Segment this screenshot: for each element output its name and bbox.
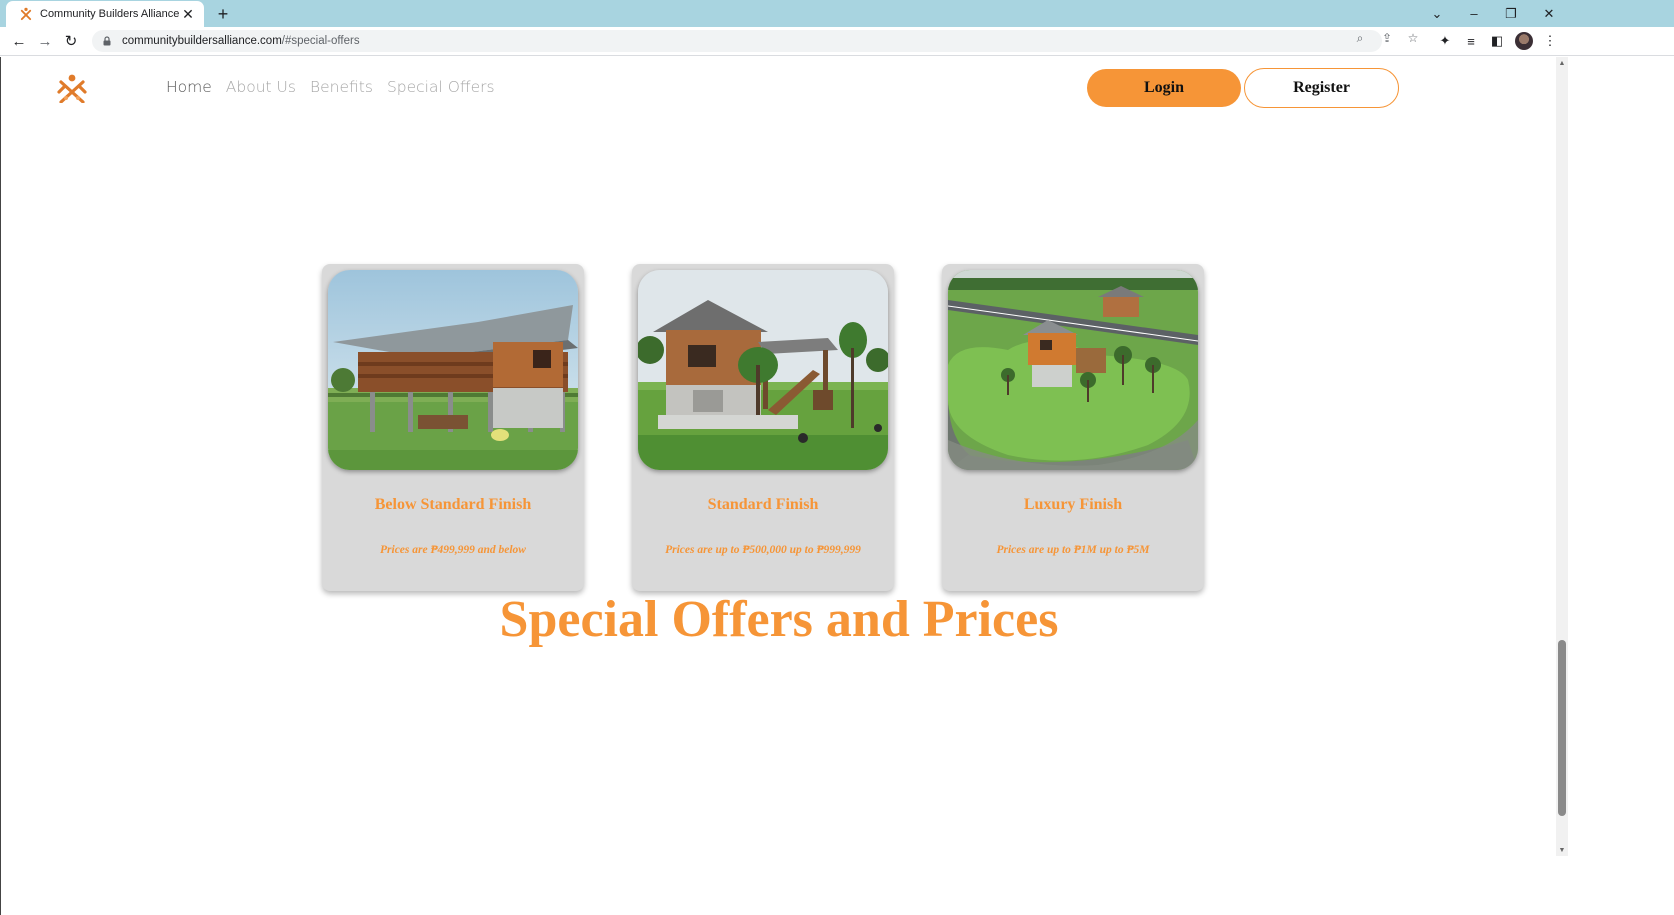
web-page: Home About Us Benefits Special Offers Lo… (0, 57, 1556, 915)
forward-icon[interactable]: → (34, 30, 56, 52)
side-panel-icon[interactable]: ◧ (1487, 31, 1507, 51)
offer-title: Below Standard Finish (374, 496, 532, 513)
main-nav: Home About Us Benefits Special Offers (166, 78, 495, 96)
tab-close-icon[interactable]: ✕ (180, 6, 196, 22)
tab-title: Community Builders Alliance (40, 8, 180, 20)
offer-photo-island-house (948, 270, 1198, 470)
reload-icon[interactable]: ↻ (60, 30, 82, 52)
login-button[interactable]: Login (1087, 69, 1241, 107)
offer-price: Prices are ₱499,999 and below (380, 544, 526, 556)
register-button[interactable]: Register (1244, 68, 1399, 108)
nav-link-benefits[interactable]: Benefits (310, 78, 373, 96)
url-path: /#special-offers (281, 35, 360, 47)
share-icon[interactable]: ⇪ (1379, 30, 1395, 46)
minimize-icon[interactable]: – (1454, 0, 1494, 27)
offer-card-below-standard[interactable]: Below Standard Finish Prices are ₱499,99… (322, 264, 584, 591)
tab-search-icon[interactable]: ⌄ (1417, 0, 1457, 27)
lock-icon (103, 36, 111, 46)
browser-menu-icon[interactable]: ⋮ (1540, 31, 1560, 51)
nav-link-special-offers[interactable]: Special Offers (387, 78, 495, 96)
extensions-puzzle-icon[interactable]: ✦ (1435, 31, 1455, 51)
close-window-icon[interactable]: ✕ (1529, 0, 1569, 27)
browser-toolbar: ← → ↻ communitybuildersalliance.com/#spe… (0, 27, 1674, 56)
new-tab-button[interactable]: + (212, 3, 234, 25)
offer-photo-wooden-house (638, 270, 888, 470)
address-bar[interactable]: communitybuildersalliance.com/#special-o… (92, 30, 1382, 52)
reading-list-icon[interactable]: ≡ (1461, 31, 1481, 51)
offer-title: Standard Finish (707, 496, 819, 513)
offer-cards: Below Standard Finish Prices are ₱499,99… (322, 264, 1204, 591)
site-favicon-icon (18, 6, 34, 22)
restore-icon[interactable]: ❐ (1491, 0, 1531, 27)
nav-link-home[interactable]: Home (166, 78, 212, 96)
offer-card-standard[interactable]: Standard Finish Prices are up to ₱500,00… (632, 264, 894, 591)
zoom-icon[interactable]: ⌕ (1352, 30, 1368, 46)
offer-photo-stilt-house (328, 270, 578, 470)
nav-link-about-us[interactable]: About Us (226, 78, 296, 96)
offer-price: Prices are up to ₱1M up to ₱5M (996, 544, 1150, 556)
browser-tab[interactable]: Community Builders Alliance ✕ (6, 1, 204, 27)
site-logo-icon[interactable] (57, 73, 87, 104)
bookmark-star-icon[interactable]: ☆ (1405, 30, 1421, 46)
profile-avatar[interactable] (1515, 32, 1533, 50)
url-host: communitybuildersalliance.com (122, 35, 282, 47)
offer-price: Prices are up to ₱500,000 up to ₱999,999 (665, 544, 861, 556)
window-gutter (1568, 57, 1674, 915)
offer-card-luxury[interactable]: Luxury Finish Prices are up to ₱1M up to… (942, 264, 1204, 591)
page-scrollbar[interactable]: ▲ ▼ (1556, 57, 1568, 856)
back-icon[interactable]: ← (8, 30, 30, 52)
browser-tab-strip: Community Builders Alliance ✕ + ⌄ – ❐ ✕ (0, 0, 1674, 27)
scroll-up-icon[interactable]: ▲ (1556, 57, 1568, 69)
scrollbar-thumb[interactable] (1558, 640, 1566, 816)
scroll-down-icon[interactable]: ▼ (1556, 844, 1568, 856)
offer-title: Luxury Finish (1023, 496, 1123, 513)
section-title: Special Offers and Prices (499, 591, 1059, 648)
url-text: communitybuildersalliance.com/#special-o… (122, 35, 360, 47)
